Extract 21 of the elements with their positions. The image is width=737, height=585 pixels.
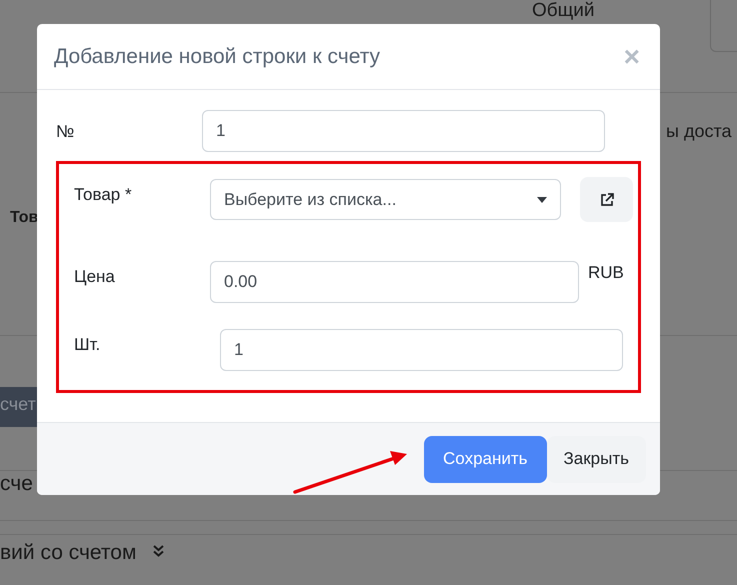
input-field[interactable]: 1 <box>220 329 623 371</box>
close-button[interactable]: Закрыть <box>546 436 646 482</box>
column-header: Тов <box>10 208 38 228</box>
double-chevron-icon <box>153 545 164 557</box>
external-link-icon <box>600 192 614 206</box>
save-button[interactable]: Сохранить <box>424 436 547 482</box>
currency-label: RUB <box>588 262 624 284</box>
field-label: Товар * <box>74 184 133 206</box>
background-text: ы доста <box>666 120 732 143</box>
input-field[interactable]: 1 <box>202 110 605 152</box>
price-field[interactable]: 0.00 <box>210 261 579 303</box>
caret-icon <box>537 196 547 202</box>
background-text: Общий <box>532 0 595 23</box>
field-label: Цена <box>74 266 116 288</box>
modal-title: Добавление новой строки к счету <box>54 44 380 70</box>
field-label: Шт. <box>74 334 102 356</box>
field-label: № <box>56 121 76 143</box>
open-external-button[interactable] <box>580 177 633 222</box>
background-text: вий со счетом <box>0 540 136 566</box>
dropdown-field[interactable]: Выберите из списка... <box>210 179 561 220</box>
background-text: сче <box>0 471 33 497</box>
